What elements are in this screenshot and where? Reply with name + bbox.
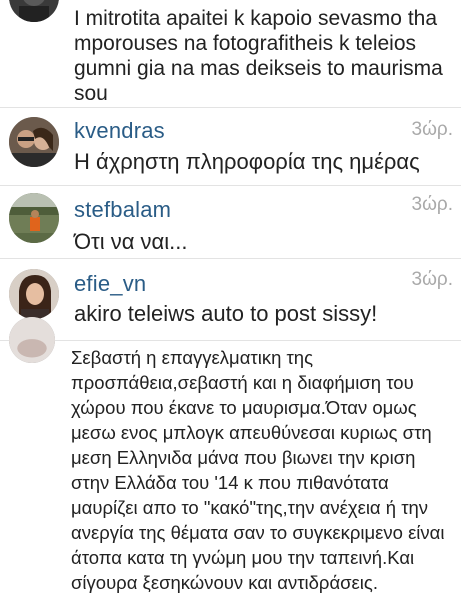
comment-text: Η άχρηστη πληροφορία της ημέρας <box>74 149 420 174</box>
comment-text: I mitrotita apaitei k kapoio sevasmo tha… <box>74 7 443 105</box>
avatar[interactable] <box>9 269 59 319</box>
avatar[interactable] <box>9 317 55 363</box>
comment-item: efie_vn 3ώρ. akiro teleiws auto to post … <box>0 259 461 341</box>
timestamp: 3ώρ. <box>411 269 454 290</box>
comment-text: akiro teleiws auto to post sissy! <box>74 301 378 326</box>
avatar[interactable] <box>9 193 59 243</box>
timestamp: 3ώρ. <box>411 194 454 215</box>
timestamp: 3ώρ. <box>411 119 454 140</box>
comment-item: kvendras 3ώρ. Η άχρηστη πληροφορία της η… <box>0 108 461 185</box>
username[interactable]: kvendras <box>74 118 165 144</box>
comment-text: Σεβαστή η επαγγελματικη της προσπάθεια,σ… <box>71 347 445 593</box>
avatar[interactable] <box>9 0 59 22</box>
avatar[interactable] <box>9 117 59 167</box>
username[interactable]: stefbalam <box>74 197 171 223</box>
comment-item: Σεβαστή η επαγγελματικη της προσπάθεια,σ… <box>0 317 461 604</box>
username[interactable]: efie_vn <box>74 271 146 297</box>
comment-item: I mitrotita apaitei k kapoio sevasmo tha… <box>0 0 461 108</box>
comment-item: stefbalam 3ώρ. Ότι να ναι... <box>0 186 461 258</box>
comments-screen: I mitrotita apaitei k kapoio sevasmo tha… <box>0 0 461 604</box>
comment-text: Ότι να ναι... <box>74 229 188 254</box>
